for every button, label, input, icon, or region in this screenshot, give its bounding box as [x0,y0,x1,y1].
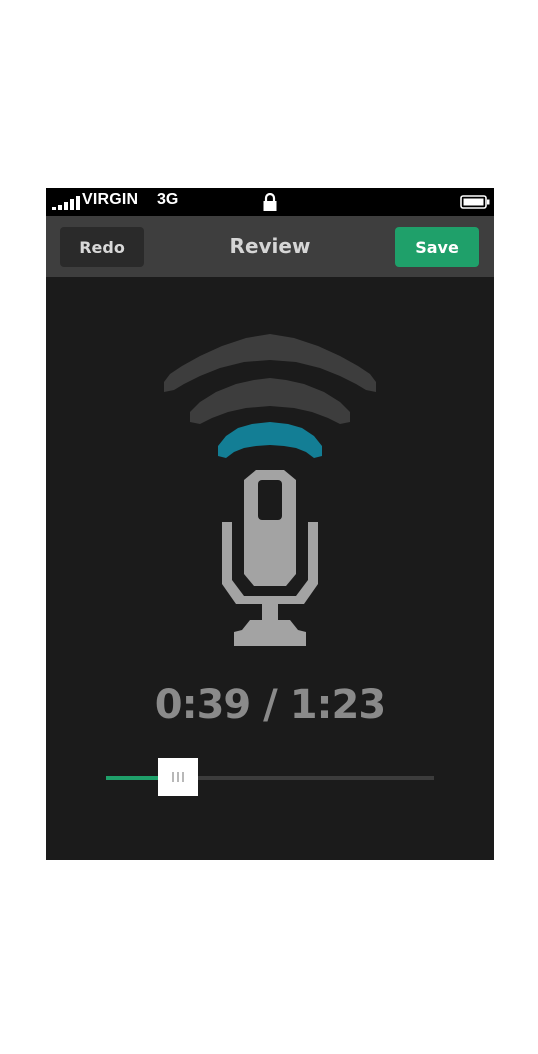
save-button[interactable]: Save [395,227,479,267]
scrubber-handle[interactable] [158,758,198,796]
redo-button[interactable]: Redo [60,227,144,267]
microphone-broadcast-icon [164,334,376,646]
phone-screen: VIRGIN 3G Redo Review Save 0:39 / 1:23 [46,188,494,860]
grip-line [177,772,179,782]
page-title: Review [229,234,311,258]
mic-base [234,620,306,646]
navigation-bar: Redo Review Save [46,216,494,277]
lock-icon [263,193,277,211]
signal-bars-icon [52,196,80,210]
mic-capsule-slot [258,480,282,520]
status-bar: VIRGIN 3G [46,188,494,216]
broadcast-wave-middle [190,378,350,424]
carrier-name: VIRGIN [82,191,139,208]
playback-scrubber[interactable] [106,758,434,798]
mic-stem [262,604,278,620]
grip-line [182,772,184,782]
battery-icon [460,195,490,209]
broadcast-wave-inner [218,422,322,458]
network-type: 3G [157,191,179,208]
playback-time: 0:39 / 1:23 [154,682,386,728]
grip-line [172,772,174,782]
